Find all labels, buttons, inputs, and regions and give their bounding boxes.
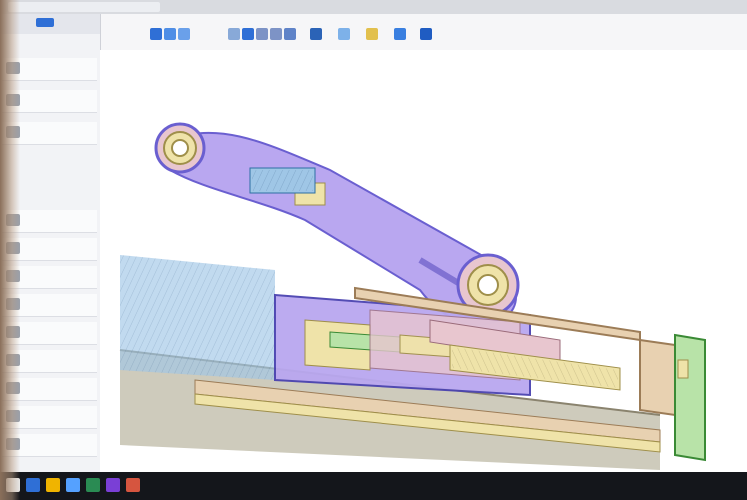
joint-icon[interactable] [310, 28, 322, 40]
toolbar-ribbon [100, 14, 747, 51]
extrude-icon[interactable] [164, 28, 176, 40]
foreground-blur [0, 0, 20, 500]
excel-icon[interactable] [86, 478, 100, 492]
construct-icon[interactable] [366, 28, 378, 40]
insert-icon[interactable] [394, 28, 406, 40]
office-icon[interactable] [126, 478, 140, 492]
upload-button[interactable] [36, 18, 54, 27]
files-icon[interactable] [46, 478, 60, 492]
cad-screen [0, 0, 747, 500]
select-icon[interactable] [420, 28, 432, 40]
transform-icon[interactable] [284, 28, 296, 40]
bearing-left [154, 122, 206, 174]
assembly-render [100, 50, 747, 472]
tab-2[interactable] [72, 2, 160, 12]
app-icon[interactable] [26, 478, 40, 492]
3d-viewport[interactable] [100, 50, 747, 472]
teams-icon[interactable] [106, 478, 120, 492]
sketch-icon[interactable] [150, 28, 162, 40]
align-icon[interactable] [256, 28, 268, 40]
inspect-icon[interactable] [338, 28, 350, 40]
revolve-icon[interactable] [178, 28, 190, 40]
window-title [340, 2, 408, 12]
fillet-icon[interactable] [228, 28, 240, 40]
combine-icon[interactable] [270, 28, 282, 40]
browser-icon[interactable] [66, 478, 80, 492]
window-topbar [0, 0, 747, 15]
move-icon[interactable] [242, 28, 254, 40]
os-taskbar [0, 472, 747, 500]
housing-left [120, 255, 275, 380]
